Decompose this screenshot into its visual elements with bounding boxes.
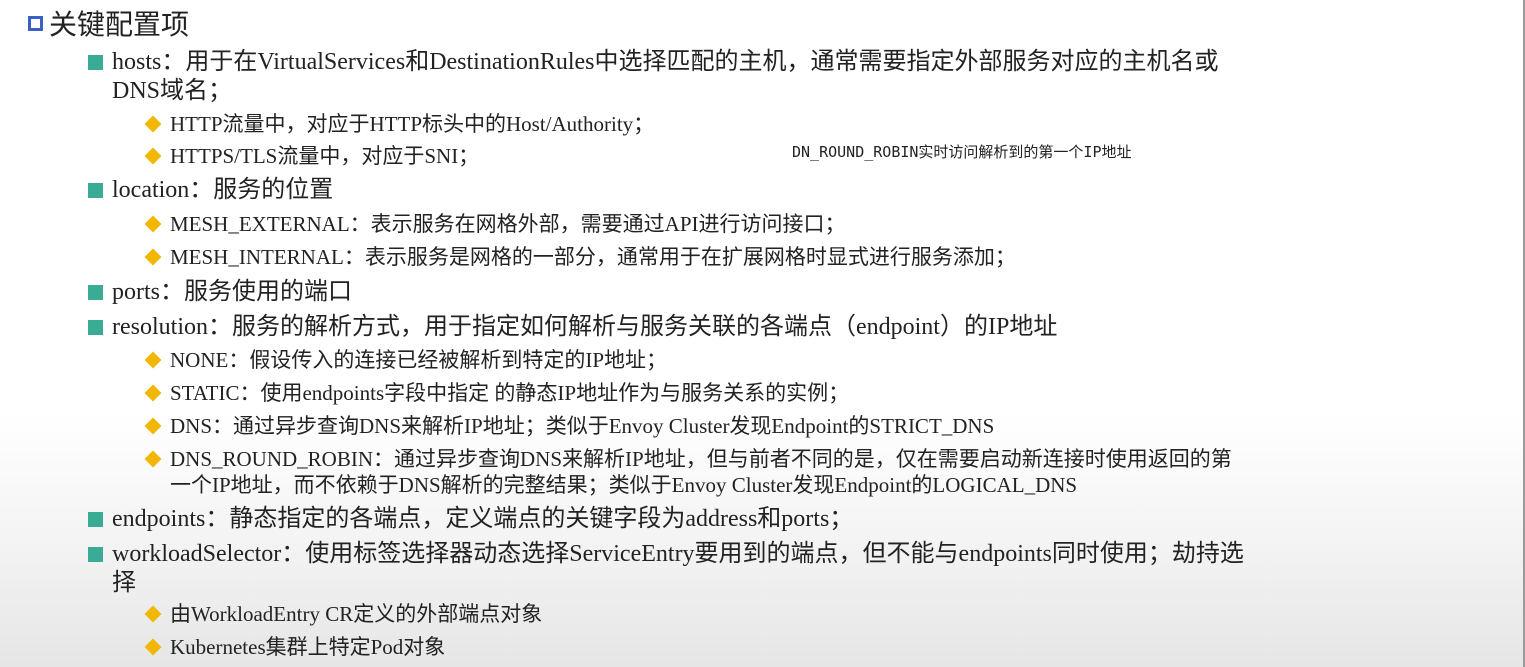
sub-bullet-https: HTTPS/TLS流量中，对应于SNI； [144,143,479,169]
bullet-location: location：服务的位置 [88,176,333,205]
bullet-workload-selector: workloadSelector：使用标签选择器动态选择ServiceEntry… [88,540,1244,598]
sub-bullet-dns: DNS：通过异步查询DNS来解析IP地址；类似于Envoy Cluster发现E… [144,413,994,439]
diamond-bullet-icon [144,384,162,402]
diamond-bullet-icon [144,450,162,468]
sub-bullet-static: STATIC：使用endpoints字段中指定 的静态IP地址作为与服务关系的实… [144,380,849,406]
bullet-text-line: 择 [112,570,136,596]
square-bullet-icon [88,55,103,70]
title-text: 关键配置项 [49,10,190,41]
bullet-text-line: workloadSelector：使用标签选择器动态选择ServiceEntry… [112,541,1244,567]
sub-bullet-http: HTTP流量中，对应于HTTP标头中的Host/Authority； [144,111,654,137]
sub-bullet-text: HTTPS/TLS流量中，对应于SNI； [170,144,480,168]
diamond-bullet-icon [144,638,162,656]
sub-bullet-mesh-internal: MESH_INTERNAL：表示服务是网格的一部分，通常用于在扩展网格时显式进行… [144,244,1016,270]
sub-bullet-text: DNS：通过异步查询DNS来解析IP地址；类似于Envoy Cluster发现E… [170,414,995,438]
bullet-text-line: DNS域名； [112,78,233,104]
diamond-bullet-icon [144,215,162,233]
sub-bullet-mesh-external: MESH_EXTERNAL：表示服务在网格外部，需要通过API进行访问接口； [144,211,846,237]
sub-bullet-none: NONE：假设传入的连接已经被解析到特定的IP地址； [144,347,667,373]
annotation-note: DN_ROUND_ROBIN实时访问解析到的第一个IP地址 [792,143,1132,161]
diamond-bullet-icon [144,147,162,165]
diamond-bullet-icon [144,417,162,435]
sub-bullet-text: MESH_EXTERNAL：表示服务在网格外部，需要通过API进行访问接口； [170,212,846,236]
diamond-bullet-icon [144,115,162,133]
sub-bullet-text: 一个IP地址，而不依赖于DNS解析的完整结果；类似于Envoy Cluster发… [170,473,1078,497]
diamond-bullet-icon [144,605,162,623]
bullet-text-line: resolution：服务的解析方式，用于指定如何解析与服务关联的各端点（end… [112,314,1058,340]
diamond-bullet-icon [144,248,162,266]
slide-title: 关键配置项 [28,5,189,41]
sub-bullet-dns-round-robin: DNS_ROUND_ROBIN：通过异步查询DNS来解析IP地址，但与前者不同的… [144,446,1232,498]
bullet-text-line: ports：服务使用的端口 [112,279,352,305]
square-bullet-icon [88,547,103,562]
sub-bullet-text: NONE：假设传入的连接已经被解析到特定的IP地址； [170,348,667,372]
bullet-resolution: resolution：服务的解析方式，用于指定如何解析与服务关联的各端点（end… [88,313,1057,342]
square-bullet-icon [28,15,43,31]
square-bullet-icon [88,320,103,335]
bullet-text-line: location：服务的位置 [112,177,334,203]
diamond-bullet-icon [144,351,162,369]
bullet-endpoints: endpoints：静态指定的各端点，定义端点的关键字段为address和por… [88,505,853,534]
sub-bullet-text: HTTP流量中，对应于HTTP标头中的Host/Authority； [170,112,655,136]
sub-bullet-text: DNS_ROUND_ROBIN：通过异步查询DNS来解析IP地址，但与前者不同的… [170,447,1232,471]
square-bullet-icon [88,183,103,198]
sub-bullet-text: STATIC：使用endpoints字段中指定 的静态IP地址作为与服务关系的实… [170,381,850,405]
sub-bullet-text: Kubernetes集群上特定Pod对象 [170,635,446,659]
square-bullet-icon [88,512,103,527]
sub-bullet-kubernetes-pod: Kubernetes集群上特定Pod对象 [144,634,445,660]
bullet-ports: ports：服务使用的端口 [88,278,352,307]
square-bullet-icon [88,285,103,300]
bullet-hosts: hosts：用于在VirtualServices和DestinationRule… [88,48,1219,106]
sub-bullet-workload-entry: 由WorkloadEntry CR定义的外部端点对象 [144,601,542,627]
bullet-text-line: endpoints：静态指定的各端点，定义端点的关键字段为address和por… [112,506,854,532]
sub-bullet-text: MESH_INTERNAL：表示服务是网格的一部分，通常用于在扩展网格时显式进行… [170,245,1016,269]
bullet-text-line: hosts：用于在VirtualServices和DestinationRule… [112,49,1219,75]
sub-bullet-text: 由WorkloadEntry CR定义的外部端点对象 [170,602,543,626]
